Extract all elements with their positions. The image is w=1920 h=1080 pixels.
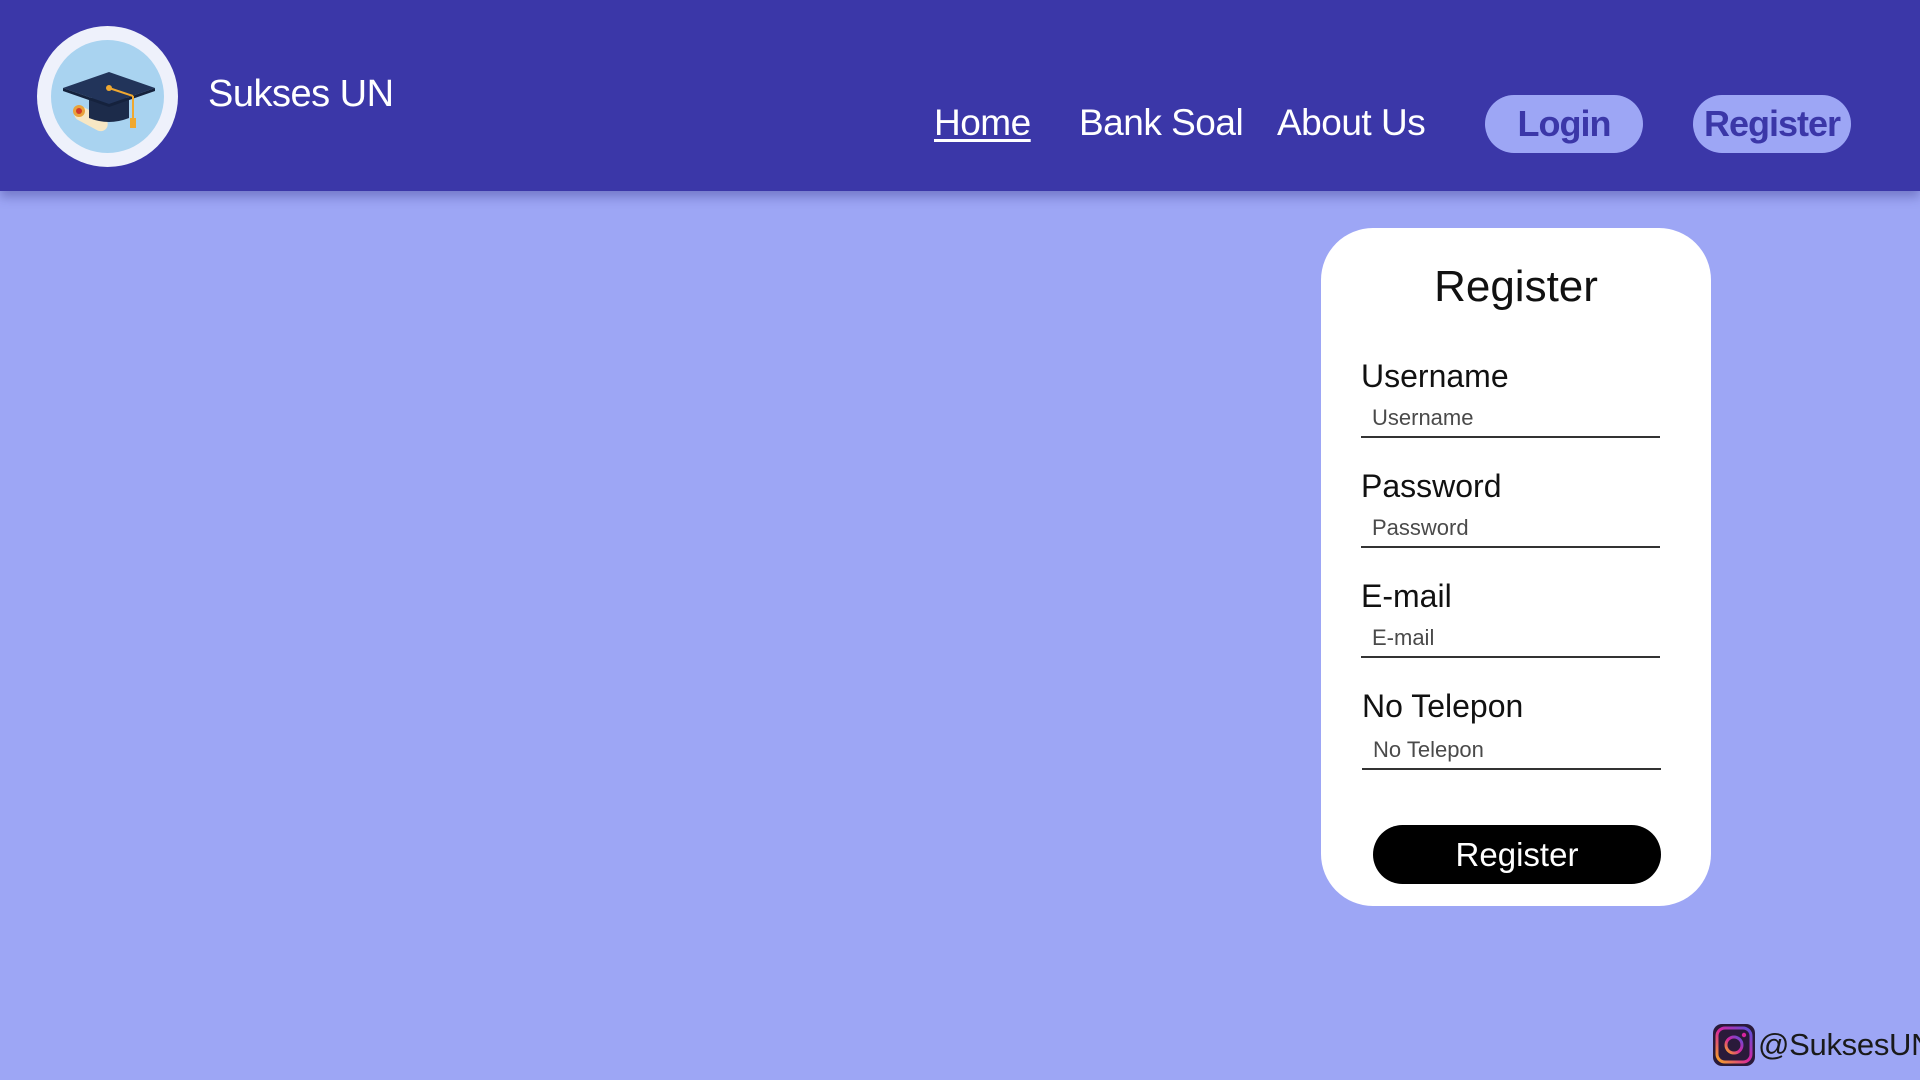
nav-about-us-link[interactable]: About Us [1277, 102, 1426, 144]
graduation-cap-icon [51, 40, 164, 153]
username-label: Username [1361, 358, 1509, 394]
password-label: Password [1361, 468, 1502, 504]
instagram-icon [1713, 1024, 1755, 1066]
register-card: Register Username Password E-mail No Tel… [1321, 228, 1711, 906]
phone-label: No Telepon [1362, 688, 1524, 724]
phone-input[interactable] [1362, 732, 1661, 770]
register-submit-button[interactable]: Register [1373, 825, 1661, 884]
instagram-link[interactable]: @SuksesUN [1712, 1022, 1920, 1068]
email-input[interactable] [1361, 620, 1660, 658]
username-input[interactable] [1361, 400, 1660, 438]
nav-home-link[interactable]: Home [934, 102, 1031, 144]
register-nav-button[interactable]: Register [1693, 95, 1851, 153]
instagram-handle: @SuksesUN [1758, 1027, 1920, 1062]
email-label: E-mail [1361, 578, 1452, 614]
nav-bank-soal-link[interactable]: Bank Soal [1079, 102, 1244, 144]
password-input[interactable] [1361, 510, 1660, 548]
site-logo[interactable] [37, 26, 178, 167]
top-navbar: Sukses UN Home Bank Soal About Us Login … [0, 0, 1920, 191]
brand-name: Sukses UN [208, 73, 394, 115]
form-title: Register [1434, 262, 1598, 311]
login-button[interactable]: Login [1485, 95, 1643, 153]
